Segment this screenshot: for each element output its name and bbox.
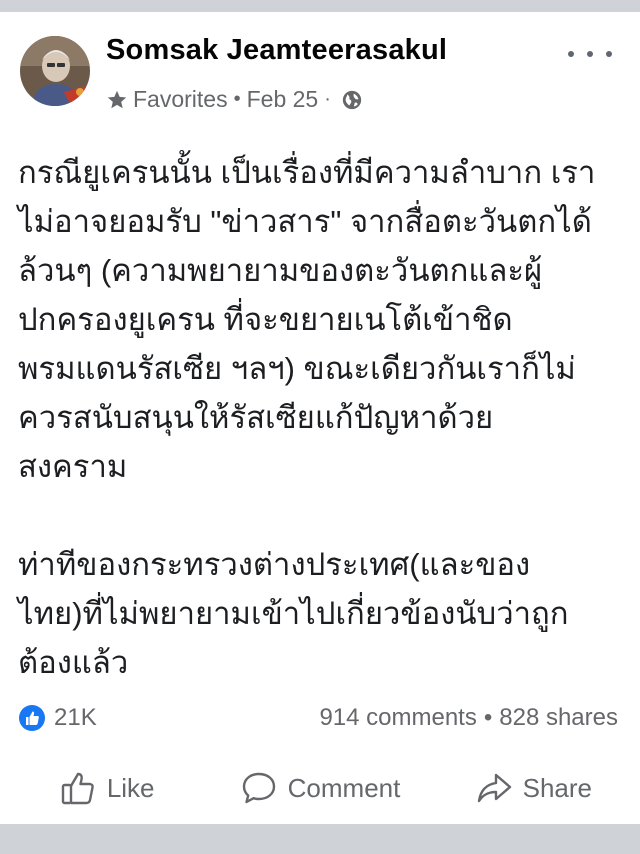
- comment-label: Comment: [287, 772, 401, 803]
- more-options-icon: [568, 51, 574, 57]
- shares-count[interactable]: 828 shares: [499, 704, 618, 732]
- comment-button[interactable]: Comment: [213, 769, 426, 807]
- audience-label[interactable]: Favorites: [133, 86, 228, 113]
- meta-separator: ·: [324, 88, 331, 110]
- like-button[interactable]: Like: [0, 769, 213, 807]
- engagement-counts: 914 comments • 828 shares: [319, 704, 618, 732]
- more-options-dot: [606, 51, 612, 57]
- share-arrow-icon: [477, 773, 511, 803]
- stats-separator: •: [483, 704, 493, 731]
- avatar[interactable]: [20, 36, 90, 106]
- post-stats: 21K 914 comments • 828 shares: [18, 698, 618, 738]
- meta-separator: •: [233, 88, 241, 110]
- post-date[interactable]: Feb 25: [247, 86, 319, 113]
- action-bar: Like Comment Share: [0, 756, 640, 820]
- like-label: Like: [106, 772, 155, 803]
- share-button[interactable]: Share: [427, 769, 640, 807]
- post-card: Somsak Jeamteerasakul Favorites • Feb 25…: [0, 12, 640, 824]
- more-options-button[interactable]: [568, 42, 612, 66]
- like-reaction-icon: [19, 705, 45, 731]
- post-meta: Favorites • Feb 25 ·: [106, 86, 363, 113]
- author-name[interactable]: Somsak Jeamteerasakul: [106, 34, 447, 67]
- reactions-count: 21K: [54, 704, 97, 731]
- star-icon: [107, 90, 127, 108]
- globe-icon: [342, 90, 362, 109]
- comments-count[interactable]: 914 comments: [319, 704, 476, 732]
- reactions-summary[interactable]: 21K: [18, 704, 97, 732]
- speech-bubble-icon: [242, 772, 275, 804]
- share-label: Share: [522, 772, 593, 803]
- post-body: กรณียูเครนนั้น เป็นเรื่องที่มีความลำบาก …: [18, 155, 596, 680]
- more-options-dot: [587, 51, 593, 57]
- thumbs-up-icon: [61, 772, 94, 805]
